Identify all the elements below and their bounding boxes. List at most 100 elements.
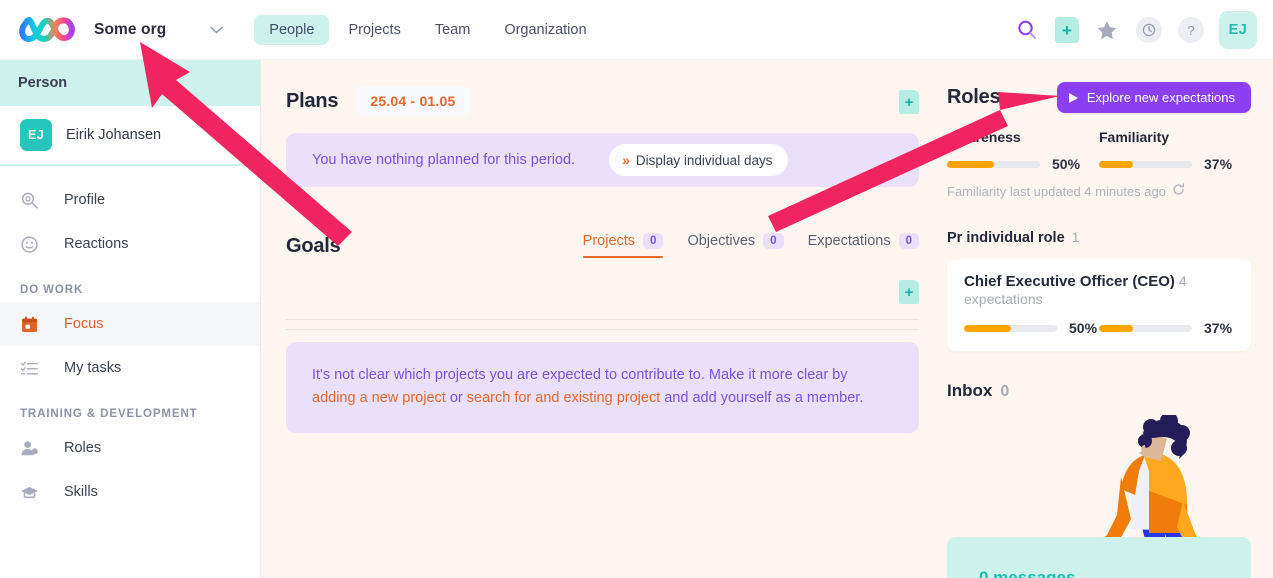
org-name[interactable]: Some org [94, 21, 166, 39]
metric-percent: 50% [1069, 320, 1097, 336]
person-badge-icon [20, 439, 46, 458]
calendar-icon [20, 315, 46, 334]
goals-tab-expectations[interactable]: Expectations 0 [808, 233, 919, 258]
sidebar-item-label: Profile [64, 192, 105, 208]
roles-title: Roles [947, 86, 1000, 109]
metric-percent: 50% [1052, 156, 1080, 172]
chevron-down-icon[interactable] [208, 22, 224, 38]
goals-header: Goals Projects 0 Objectives 0 Expectatio… [286, 233, 919, 258]
metric-percent: 37% [1204, 156, 1232, 172]
header-icon-group: + ? EJ [1013, 0, 1257, 60]
familiarity-updated-row: Familiarity last updated 4 minutes ago [947, 183, 1251, 199]
tab-label: Projects [583, 233, 635, 249]
nav-tab-organization[interactable]: Organization [489, 15, 601, 45]
goals-tabs: Projects 0 Objectives 0 Expectations 0 [583, 233, 919, 258]
tab-label: Objectives [687, 233, 755, 249]
search-existing-project-link[interactable]: search for and existing project [467, 390, 660, 406]
sidebar-person-row[interactable]: EJ Eirik Johansen [0, 106, 260, 166]
display-individual-days-button[interactable]: » Display individual days [609, 144, 788, 176]
app-root: Some org People Projects Team Organizati… [0, 0, 1273, 578]
sidebar-item-label: Roles [64, 440, 101, 456]
goals-notice: It's not clear which projects you are ex… [286, 342, 919, 433]
goals-tabs-divider [286, 329, 919, 330]
nav-tab-projects[interactable]: Projects [333, 15, 415, 45]
add-plan-button[interactable]: + [899, 90, 919, 114]
goals-title: Goals [286, 235, 341, 258]
sidebar-section-person: Person [0, 60, 260, 106]
metric-label: Awareness [947, 129, 1099, 145]
sidebar-section-label: Person [18, 75, 67, 91]
main-nav-tabs: People Projects Team Organization [254, 15, 601, 45]
right-column: Roles Explore new expectations Awareness… [947, 60, 1273, 578]
progress-track [1099, 161, 1192, 168]
add-document-icon[interactable]: + [1055, 17, 1079, 43]
graduation-cap-icon [20, 483, 46, 502]
sidebar-item-my-tasks[interactable]: My tasks [0, 346, 260, 390]
goals-tab-projects[interactable]: Projects 0 [583, 233, 664, 258]
add-goal-button[interactable]: + [899, 280, 919, 304]
inbox-count: 0 [1000, 383, 1009, 401]
avatar[interactable]: EJ [1219, 11, 1257, 49]
progress-fill [947, 161, 994, 168]
metric-familiarity: Familiarity 37% [1099, 129, 1251, 172]
plans-empty-text: You have nothing planned for this period… [312, 152, 575, 168]
inbox-title: Inbox [947, 381, 992, 401]
individual-role-count: 1 [1072, 229, 1080, 245]
individual-role-label: Pr individual role [947, 230, 1065, 246]
sidebar-item-label: Skills [64, 484, 98, 500]
plans-header: Plans 25.04 - 01.05 + [286, 86, 919, 116]
sidebar-group-do-work: DO WORK [0, 266, 260, 302]
checklist-icon [20, 359, 46, 378]
progress-fill [1099, 161, 1133, 168]
role-card-metric-awareness: 50% [964, 320, 1099, 336]
inbox-panel: 0 messages [947, 415, 1251, 578]
role-card-metrics: 50% 37% [964, 320, 1234, 336]
plans-date-range[interactable]: 25.04 - 01.05 [356, 86, 469, 116]
tab-count-badge: 0 [899, 233, 919, 249]
progress-track [1099, 325, 1192, 332]
role-card-metric-familiarity: 37% [1099, 320, 1234, 336]
sidebar-item-profile[interactable]: Profile [0, 178, 260, 222]
inbox-messages-box[interactable]: 0 messages [947, 537, 1251, 578]
inbox-messages-text: 0 messages [979, 568, 1075, 578]
plans-empty-panel: You have nothing planned for this period… [286, 133, 919, 187]
goals-tab-objectives[interactable]: Objectives 0 [687, 233, 783, 258]
star-icon[interactable] [1093, 16, 1121, 44]
sidebar-item-roles[interactable]: Roles [0, 426, 260, 470]
brand-loop-logo[interactable] [18, 13, 80, 47]
progress-track [947, 161, 1040, 168]
refresh-icon[interactable] [1172, 183, 1185, 199]
play-icon [1069, 93, 1078, 103]
notice-text-part3: and add yourself as a member. [660, 390, 863, 406]
sidebar-item-label: Reactions [64, 236, 128, 252]
familiarity-updated-text: Familiarity last updated 4 minutes ago [947, 184, 1166, 199]
role-card-name: Chief Executive Officer (CEO) [964, 273, 1175, 290]
explore-new-expectations-button[interactable]: Explore new expectations [1057, 82, 1251, 113]
metric-label: Familiarity [1099, 129, 1251, 145]
nav-tab-people[interactable]: People [254, 15, 329, 45]
double-chevron-right-icon: » [622, 152, 627, 168]
sidebar-item-label: Focus [64, 316, 104, 332]
plans-title: Plans [286, 90, 338, 113]
sidebar-item-focus[interactable]: Focus [0, 302, 260, 346]
add-new-project-link[interactable]: adding a new project [312, 390, 446, 406]
progress-fill [964, 325, 1011, 332]
person-name: Eirik Johansen [66, 127, 161, 143]
profile-search-icon [20, 191, 46, 210]
tab-count-badge: 0 [763, 233, 783, 249]
sidebar-item-reactions[interactable]: Reactions [0, 222, 260, 266]
search-icon[interactable] [1013, 16, 1041, 44]
goals-empty-row: + [286, 268, 919, 320]
tab-label: Expectations [808, 233, 891, 249]
role-card[interactable]: Chief Executive Officer (CEO)4 expectati… [947, 259, 1251, 351]
help-icon[interactable]: ? [1177, 16, 1205, 44]
sidebar: Person EJ Eirik Johansen Profile [0, 60, 261, 578]
sidebar-item-label: My tasks [64, 360, 121, 376]
nav-tab-team[interactable]: Team [420, 15, 485, 45]
notice-text-part2: or [446, 390, 467, 406]
individual-role-header: Pr individual role 1 [947, 229, 1251, 246]
explore-button-label: Explore new expectations [1087, 90, 1235, 105]
sidebar-item-skills[interactable]: Skills [0, 470, 260, 514]
notice-text-part1: It's not clear which projects you are ex… [312, 367, 848, 383]
clock-icon[interactable] [1135, 16, 1163, 44]
